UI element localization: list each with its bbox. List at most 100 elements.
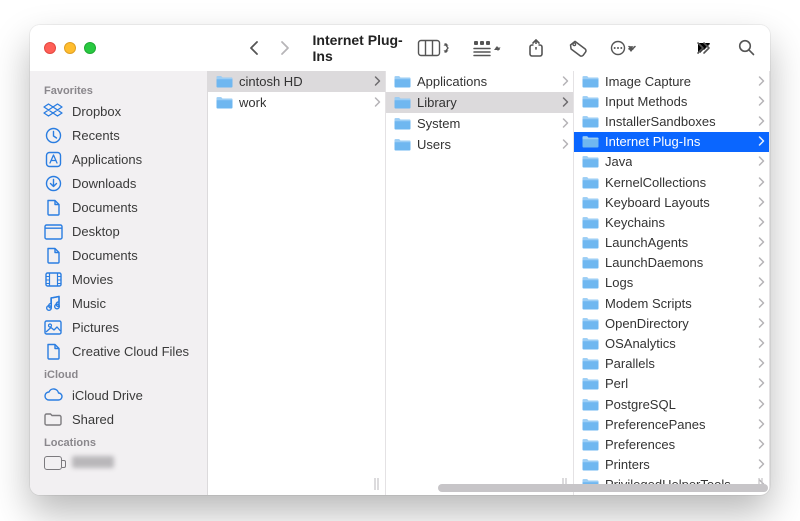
sidebar-item-documents[interactable]: Documents xyxy=(30,243,207,267)
chevron-right-icon xyxy=(374,74,381,89)
folder-row[interactable]: Java xyxy=(574,152,769,172)
close-window-button[interactable] xyxy=(44,42,56,54)
folder-icon xyxy=(582,155,599,168)
folder-row[interactable]: Users xyxy=(386,134,573,155)
folder-row[interactable]: OpenDirectory xyxy=(574,313,769,333)
chevron-right-icon xyxy=(758,74,765,89)
chevron-right-icon xyxy=(562,116,569,131)
folder-label: Logs xyxy=(605,275,633,290)
column-2[interactable]: ApplicationsLibrarySystemUsers xyxy=(386,71,574,495)
chevron-right-icon xyxy=(758,316,765,331)
folder-row[interactable]: Internet Plug-Ins xyxy=(574,132,769,152)
chevron-right-icon xyxy=(758,215,765,230)
sidebar-item-music[interactable]: Music xyxy=(30,291,207,315)
tags-button[interactable] xyxy=(564,36,592,60)
folder-icon xyxy=(216,75,233,88)
sidebar-item-downloads[interactable]: Downloads xyxy=(30,171,207,195)
column-1[interactable]: cintosh HD work xyxy=(208,71,386,495)
folder-label: Keyboard Layouts xyxy=(605,195,710,210)
folder-row[interactable]: Preferences xyxy=(574,434,769,454)
chevron-right-icon xyxy=(562,74,569,89)
forward-button[interactable] xyxy=(271,35,299,61)
sidebar-item-location[interactable] xyxy=(30,451,207,475)
nav-back-forward xyxy=(241,35,299,61)
sidebar-item-pictures[interactable]: Pictures xyxy=(30,315,207,339)
column-resize-handle[interactable] xyxy=(371,477,383,491)
folder-row[interactable]: InstallerSandboxes xyxy=(574,111,769,131)
sidebar-item-icloud-drive[interactable]: iCloud Drive xyxy=(30,383,207,407)
folder-row[interactable]: LaunchAgents xyxy=(574,233,769,253)
chevron-right-icon xyxy=(758,457,765,472)
sidebar-item-recents[interactable]: Recents xyxy=(30,123,207,147)
sidebar-item-label: Dropbox xyxy=(72,104,121,119)
folder-row[interactable]: PreferencePanes xyxy=(574,414,769,434)
chevron-right-icon xyxy=(758,94,765,109)
folder-row[interactable]: LaunchDaemons xyxy=(574,253,769,273)
folder-row[interactable]: Input Methods xyxy=(574,91,769,111)
chevron-right-icon xyxy=(758,376,765,391)
folder-row[interactable]: PostgreSQL xyxy=(574,394,769,414)
folder-label: Internet Plug-Ins xyxy=(605,134,700,149)
folder-label: Keychains xyxy=(605,215,665,230)
folder-row[interactable]: Keyboard Layouts xyxy=(574,192,769,212)
folder-label: Parallels xyxy=(605,356,655,371)
column-view: cintosh HD work ApplicationsLibrarySystem… xyxy=(208,71,770,495)
folder-row[interactable]: work xyxy=(208,92,385,113)
scrollbar-thumb[interactable] xyxy=(438,484,768,492)
horizontal-scrollbar[interactable] xyxy=(398,484,756,492)
column-3[interactable]: Image Capture Input MethodsInstallerSandb… xyxy=(574,71,770,495)
action-menu-button[interactable] xyxy=(606,36,642,60)
folder-row[interactable]: Modem Scripts xyxy=(574,293,769,313)
folder-icon xyxy=(582,418,599,431)
search-button[interactable] xyxy=(732,36,760,60)
chevron-right-icon xyxy=(758,356,765,371)
minimize-window-button[interactable] xyxy=(64,42,76,54)
folder-row[interactable]: Image Capture xyxy=(574,71,769,91)
folder-row[interactable]: OSAnalytics xyxy=(574,333,769,353)
title-bar[interactable]: Internet Plug-Ins xyxy=(30,25,770,71)
sidebar-item-dropbox[interactable]: Dropbox xyxy=(30,99,207,123)
folder-row[interactable]: Applications xyxy=(386,71,573,92)
folder-icon xyxy=(582,458,599,471)
chevron-right-icon xyxy=(758,235,765,250)
folder-row[interactable]: Parallels xyxy=(574,354,769,374)
sidebar-item-creative-cloud-files[interactable]: Creative Cloud Files xyxy=(30,339,207,363)
music-icon xyxy=(44,294,62,312)
folder-icon xyxy=(582,438,599,451)
view-columns-button[interactable] xyxy=(414,36,456,60)
folder-row[interactable]: Logs xyxy=(574,273,769,293)
folder-label: cintosh HD xyxy=(239,74,303,89)
share-button[interactable] xyxy=(522,36,550,60)
sidebar-header-icloud: iCloud xyxy=(30,363,207,383)
window-title: Internet Plug-Ins xyxy=(313,32,407,64)
folder-icon xyxy=(582,75,599,88)
sidebar-item-label xyxy=(72,456,114,471)
sidebar-item-movies[interactable]: Movies xyxy=(30,267,207,291)
folder-label: Perl xyxy=(605,376,628,391)
folder-row[interactable]: Perl xyxy=(574,374,769,394)
toolbar-group xyxy=(414,36,760,60)
folder-icon xyxy=(394,75,411,88)
sidebar[interactable]: Favorites DropboxRecentsApplicationsDown… xyxy=(30,71,208,495)
fullscreen-window-button[interactable] xyxy=(84,42,96,54)
folder-row[interactable]: KernelCollections xyxy=(574,172,769,192)
picture-icon xyxy=(44,318,62,336)
chevron-right-icon xyxy=(758,437,765,452)
folder-label: Preferences xyxy=(605,437,675,452)
sidebar-item-desktop[interactable]: Desktop xyxy=(30,219,207,243)
sidebar-item-label: Movies xyxy=(72,272,113,287)
app-icon xyxy=(44,150,62,168)
back-button[interactable] xyxy=(241,35,269,61)
folder-label: Image Capture xyxy=(605,74,691,89)
toolbar-overflow-button[interactable] xyxy=(690,36,718,60)
group-by-button[interactable] xyxy=(470,36,508,60)
folder-row[interactable]: System xyxy=(386,113,573,134)
sidebar-item-documents[interactable]: Documents xyxy=(30,195,207,219)
sidebar-item-shared[interactable]: Shared xyxy=(30,407,207,431)
sidebar-item-applications[interactable]: Applications xyxy=(30,147,207,171)
folder-icon xyxy=(394,138,411,151)
folder-row[interactable]: Library xyxy=(386,92,573,113)
folder-row[interactable]: Keychains xyxy=(574,212,769,232)
folder-row[interactable]: cintosh HD xyxy=(208,71,385,92)
folder-row[interactable]: Printers xyxy=(574,455,769,475)
